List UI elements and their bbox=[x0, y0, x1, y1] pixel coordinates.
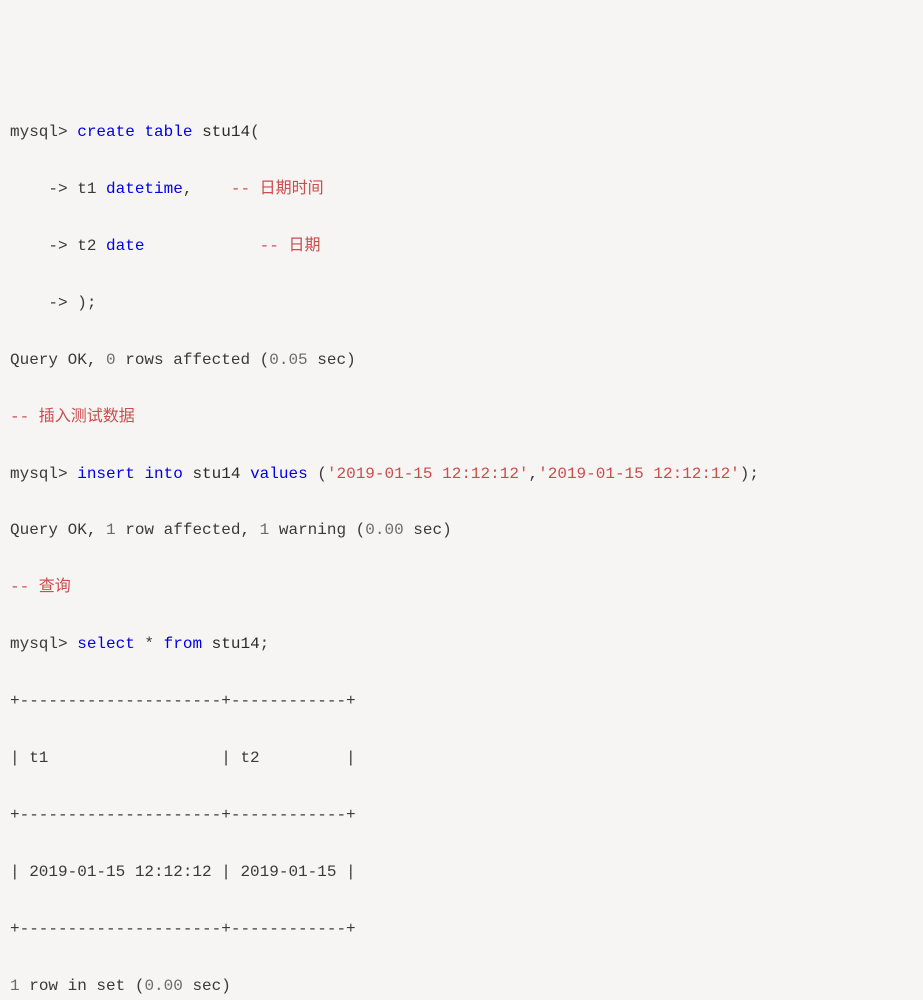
continuation: -> t1 bbox=[10, 180, 106, 198]
table-row: | 2019-01-15 12:12:12 | 2019-01-15 | bbox=[10, 858, 913, 886]
paren-close: ); bbox=[740, 465, 759, 483]
text: warning ( bbox=[269, 521, 365, 539]
prompt: mysql> bbox=[10, 465, 77, 483]
space bbox=[135, 465, 145, 483]
paren-open: ( bbox=[308, 465, 327, 483]
keyword-date: date bbox=[106, 237, 144, 255]
table-sep: +---------------------+------------+ bbox=[10, 687, 913, 715]
number: 0.00 bbox=[144, 977, 182, 995]
continuation: -> t2 bbox=[10, 237, 106, 255]
text: row in set ( bbox=[20, 977, 145, 995]
comment: -- 日期时间 bbox=[231, 180, 324, 198]
code-line-2: -> t1 datetime, -- 日期时间 bbox=[10, 175, 913, 203]
keyword-into: into bbox=[144, 465, 182, 483]
keyword-values: values bbox=[250, 465, 308, 483]
paren-open: ( bbox=[250, 123, 260, 141]
number: 1 bbox=[10, 977, 20, 995]
code-line-5: mysql> insert into stu14 values ('2019-0… bbox=[10, 460, 913, 488]
text: sec) bbox=[404, 521, 452, 539]
table-name: stu14 bbox=[202, 123, 250, 141]
space bbox=[192, 123, 202, 141]
comma: , bbox=[183, 180, 231, 198]
star: * bbox=[135, 635, 164, 653]
prompt: mysql> bbox=[10, 123, 77, 141]
text: row affected, bbox=[116, 521, 260, 539]
comment: -- 查询 bbox=[10, 578, 71, 596]
number: 1 bbox=[260, 521, 270, 539]
keyword-datetime: datetime bbox=[106, 180, 183, 198]
code-line-6: mysql> select * from stu14; bbox=[10, 630, 913, 658]
padding bbox=[144, 237, 259, 255]
comment: -- 插入测试数据 bbox=[10, 408, 135, 426]
space bbox=[183, 465, 193, 483]
prompt: mysql> bbox=[10, 635, 77, 653]
number: 0.00 bbox=[365, 521, 403, 539]
text: rows affected ( bbox=[116, 351, 270, 369]
result-line-1: Query OK, 0 rows affected (0.05 sec) bbox=[10, 346, 913, 374]
comma: , bbox=[529, 465, 539, 483]
continuation: -> ); bbox=[10, 294, 96, 312]
comment-line-2: -- 查询 bbox=[10, 573, 913, 601]
space bbox=[240, 465, 250, 483]
text: sec) bbox=[308, 351, 356, 369]
text: Query OK, bbox=[10, 351, 106, 369]
code-line-3: -> t2 date -- 日期 bbox=[10, 232, 913, 260]
number: 0 bbox=[106, 351, 116, 369]
keyword-create: create bbox=[77, 123, 135, 141]
code-line-1: mysql> create table stu14( bbox=[10, 118, 913, 146]
result-line-2: Query OK, 1 row affected, 1 warning (0.0… bbox=[10, 516, 913, 544]
space bbox=[202, 635, 212, 653]
text: sec) bbox=[183, 977, 231, 995]
string-literal: '2019-01-15 12:12:12' bbox=[538, 465, 740, 483]
table-sep: +---------------------+------------+ bbox=[10, 915, 913, 943]
comment: -- 日期 bbox=[260, 237, 321, 255]
table-sep: +---------------------+------------+ bbox=[10, 801, 913, 829]
semicolon: ; bbox=[260, 635, 270, 653]
keyword-select: select bbox=[77, 635, 135, 653]
result-line-3: 1 row in set (0.00 sec) bbox=[10, 972, 913, 1000]
keyword-from: from bbox=[164, 635, 202, 653]
text: Query OK, bbox=[10, 521, 106, 539]
keyword-insert: insert bbox=[77, 465, 135, 483]
code-line-4: -> ); bbox=[10, 289, 913, 317]
comment-line-1: -- 插入测试数据 bbox=[10, 403, 913, 431]
number: 0.05 bbox=[269, 351, 307, 369]
keyword-table: table bbox=[144, 123, 192, 141]
table-name: stu14 bbox=[212, 635, 260, 653]
string-literal: '2019-01-15 12:12:12' bbox=[327, 465, 529, 483]
space bbox=[135, 123, 145, 141]
table-header: | t1 | t2 | bbox=[10, 744, 913, 772]
table-name: stu14 bbox=[192, 465, 240, 483]
number: 1 bbox=[106, 521, 116, 539]
